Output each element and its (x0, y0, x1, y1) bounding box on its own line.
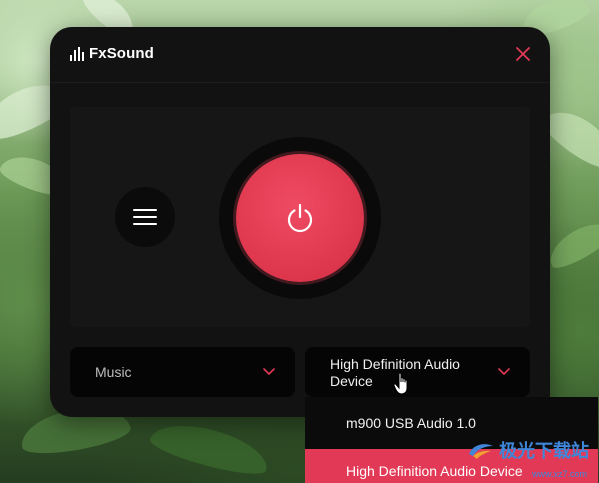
app-logo: FxSound (70, 45, 154, 62)
power-button[interactable] (236, 154, 364, 282)
power-icon (287, 203, 313, 233)
watermark-url: www.xz7.com (531, 469, 587, 479)
device-menu-item-label: m900 USB Audio 1.0 (346, 415, 476, 431)
hamburger-menu-button[interactable] (115, 187, 175, 247)
title-bar: FxSound (50, 27, 550, 83)
hamburger-menu-icon (133, 209, 157, 225)
device-menu-item-label: High Definition Audio Device (346, 463, 523, 479)
app-title: FxSound (89, 45, 154, 62)
close-icon[interactable] (514, 45, 532, 63)
chevron-down-icon (263, 368, 275, 376)
hand-pointer-cursor-icon (393, 372, 408, 395)
watermark-text: 极光下载站 (499, 441, 589, 462)
preset-dropdown-value: Music (95, 364, 132, 380)
chevron-down-icon (498, 368, 510, 376)
fxsound-window: FxSound Music High Definition Audio Devi… (50, 27, 550, 417)
preset-dropdown[interactable]: Music (70, 347, 295, 397)
watermark: 极光下载站 (467, 437, 589, 463)
equalizer-logo-icon (70, 46, 84, 61)
output-device-dropdown[interactable]: High Definition Audio Device (305, 347, 530, 397)
main-panel (70, 107, 530, 327)
watermark-logo-icon (469, 444, 493, 459)
power-ring (219, 137, 381, 299)
